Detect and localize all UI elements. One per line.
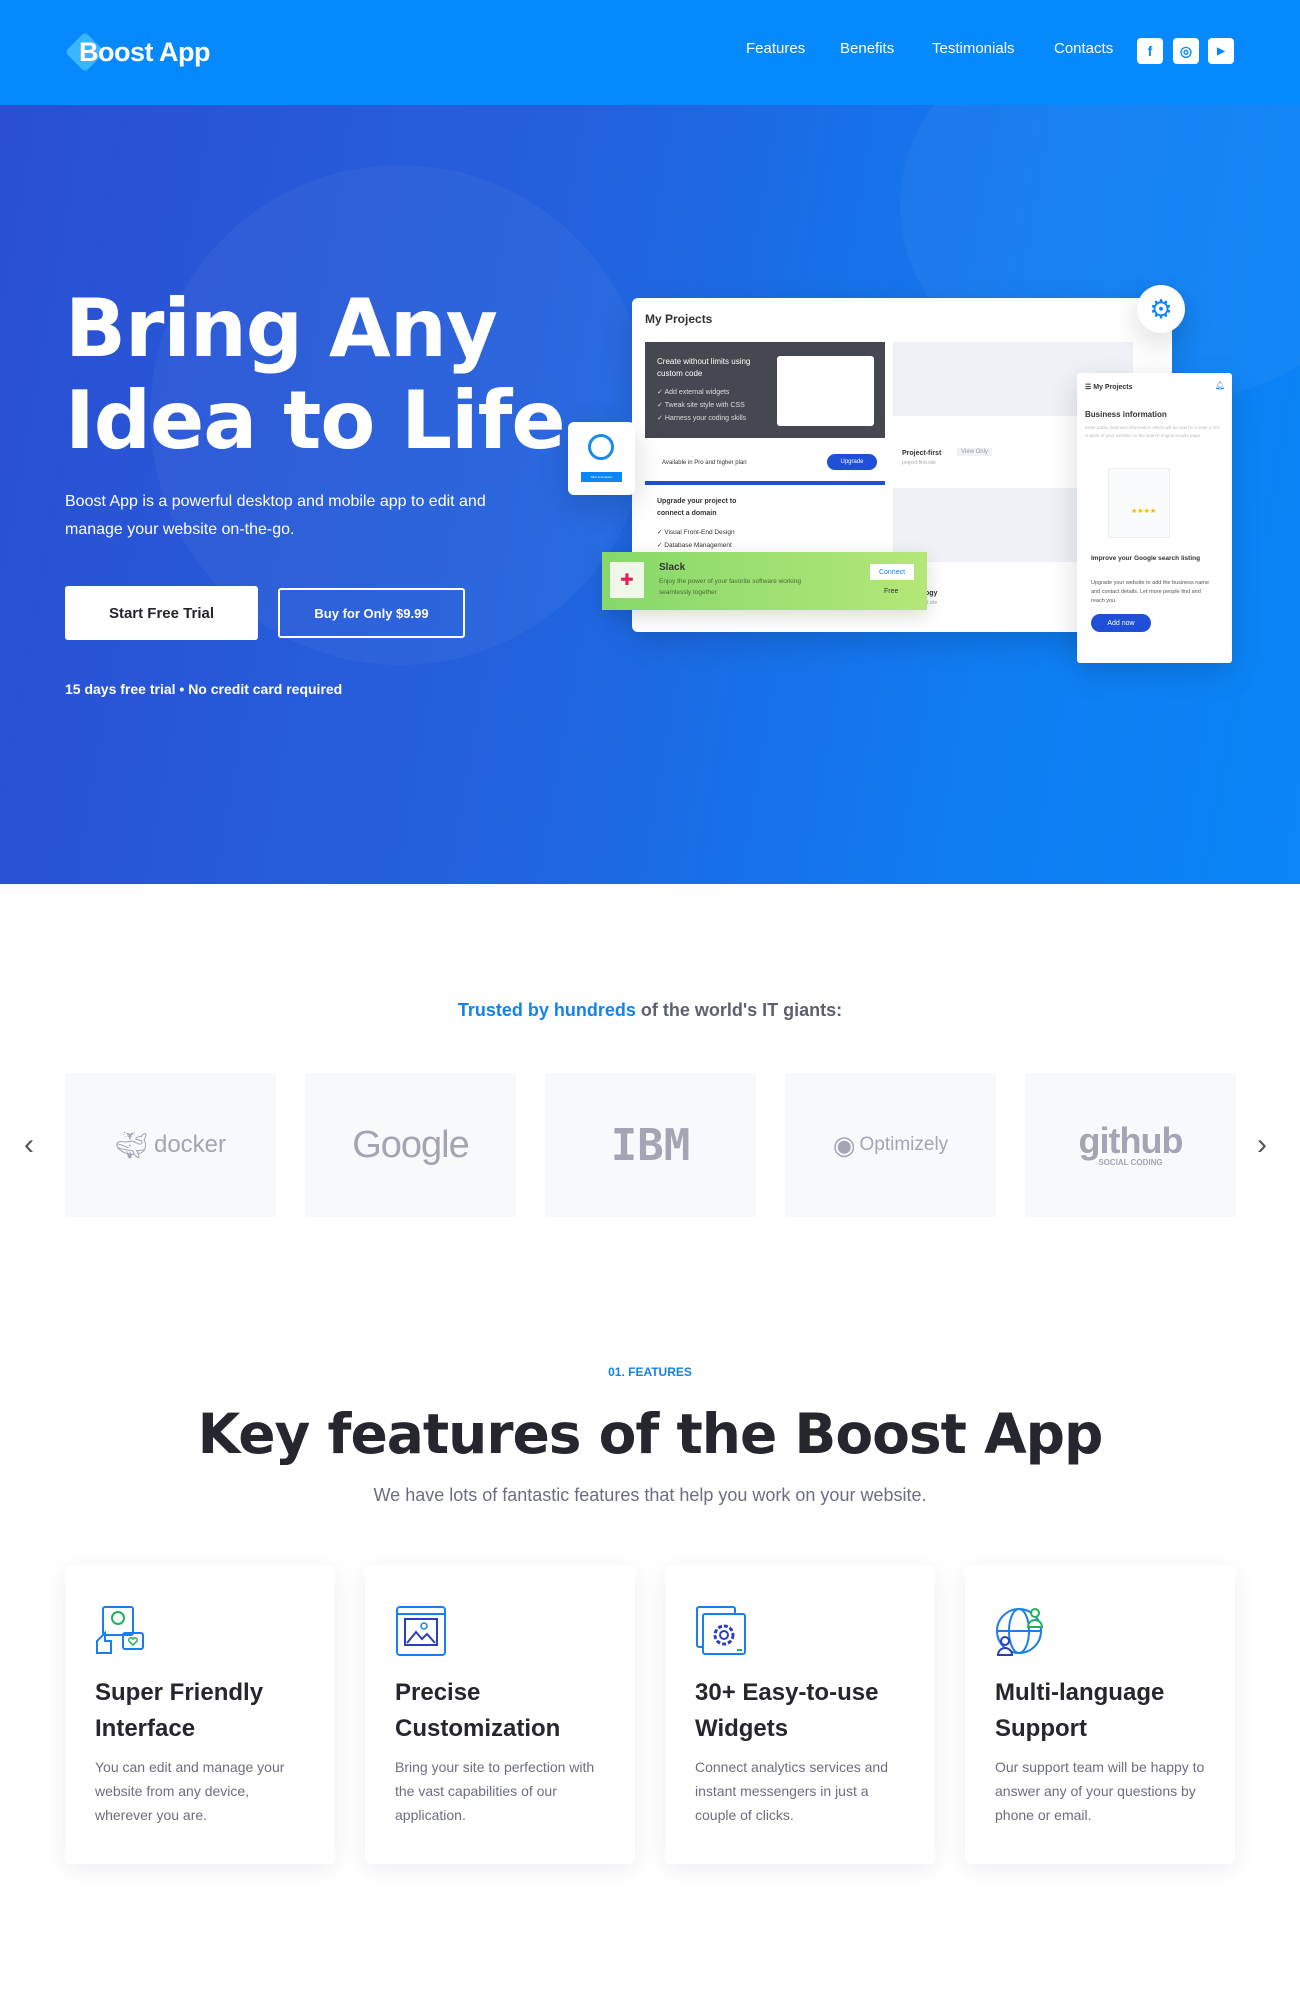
mockup-title: My Projects	[645, 312, 713, 326]
hero-title: Bring Any Idea to Life	[65, 282, 566, 467]
logo-optimizely: ◉ Optimizely	[785, 1073, 996, 1217]
feature-title: 30+ Easy-to-use Widgets	[695, 1679, 879, 1742]
features-title: Key features of the Boost App	[197, 1402, 1104, 1466]
hero-description: Boost App is a powerful desktop and mobi…	[65, 493, 486, 538]
instagram-icon[interactable]: ◎	[1173, 38, 1199, 64]
feature-card: 30+ Easy-to-use Widgets Connect analytics…	[665, 1565, 935, 1864]
slack-icon: ✚	[610, 562, 644, 598]
logo-github: github SOCIAL CODING	[1025, 1073, 1236, 1217]
carousel-prev-icon[interactable]: ‹	[24, 1128, 34, 1162]
start-free-trial-button[interactable]: Start Free Trial	[65, 586, 258, 640]
image-editor-icon	[396, 1606, 446, 1656]
logo-google: Google	[305, 1073, 516, 1217]
site-header: Boost App Features Benefits Testimonials…	[0, 0, 1300, 105]
slack-integration-card: ✚ Slack Enjoy the power of your favorite…	[602, 552, 927, 610]
settings-gear-icon: ⚙	[1137, 285, 1185, 333]
bell-icon: 🔔︎	[1215, 381, 1226, 390]
feature-title: Multi-language Support	[995, 1679, 1165, 1742]
logo-docker: 🐳︎ docker	[65, 1073, 276, 1217]
feature-description: You can edit and manage your website fro…	[95, 1759, 285, 1823]
nav-contacts[interactable]: Contacts	[1054, 40, 1113, 57]
nav-testimonials[interactable]: Testimonials	[932, 40, 1015, 57]
feature-description: Our support team will be happy to answer…	[995, 1759, 1205, 1823]
add-now-button: Add now	[1091, 614, 1151, 632]
feature-description: Connect analytics services and instant m…	[695, 1759, 888, 1823]
feature-title: Super Friendly Interface	[95, 1679, 264, 1742]
seo-card: SEO & Analytics	[568, 422, 635, 495]
nav-features[interactable]: Features	[746, 40, 805, 57]
feature-card: Super Friendly Interface You can edit and…	[65, 1565, 335, 1864]
widget-gear-icon	[696, 1606, 746, 1655]
globe-people-icon	[996, 1608, 1044, 1656]
connect-button: Connect	[870, 564, 914, 580]
mockup-phone-card: ☰ My Projects 🔔︎ Business information En…	[1077, 373, 1232, 663]
thumbs-up-screen-icon	[96, 1606, 144, 1654]
upgrade-button: Upgrade	[827, 454, 877, 470]
feature-card: Multi-language Support Our support team w…	[965, 1565, 1235, 1864]
logo-ibm: IBM	[545, 1073, 756, 1217]
trial-note: 15 days free trial • No credit card requ…	[65, 681, 343, 697]
feature-description: Bring your site to perfection with the v…	[395, 1759, 595, 1823]
features-subtitle: We have lots of fantastic features that …	[373, 1485, 927, 1505]
trusted-heading: Trusted by hundreds of the world's IT gi…	[457, 1000, 843, 1020]
buy-button[interactable]: Buy for Only $9.99	[278, 588, 465, 638]
hero-section: Bring Any Idea to Life Boost App is a pow…	[0, 105, 1300, 884]
carousel-next-icon[interactable]: ›	[1257, 1128, 1267, 1162]
mockup-promo-card: Create without limits using custom code …	[645, 342, 885, 438]
facebook-icon[interactable]: f	[1137, 38, 1163, 64]
youtube-icon[interactable]: ▶	[1208, 38, 1234, 64]
feature-card: Precise Customization Bring your site to …	[365, 1565, 635, 1864]
section-kicker: 01. FEATURES	[608, 1365, 692, 1379]
nav-benefits[interactable]: Benefits	[840, 40, 894, 57]
logo[interactable]: Boost App	[64, 30, 210, 74]
feature-title: Precise Customization	[395, 1679, 561, 1742]
search-icon	[588, 434, 614, 460]
